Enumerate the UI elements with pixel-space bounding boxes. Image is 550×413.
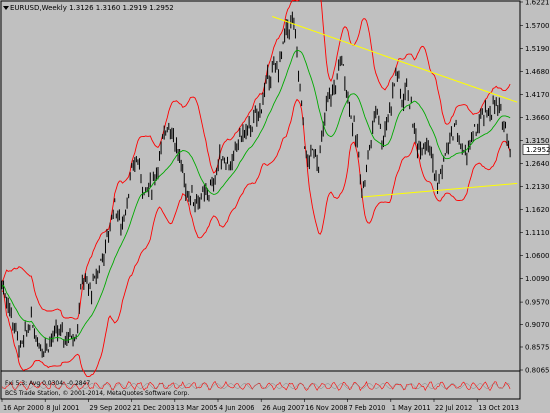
current-price-label: 1.2952 bbox=[526, 146, 550, 154]
x-tick-label: 13 Mar 2005 bbox=[176, 404, 218, 412]
y-tick-label: 0.9570 bbox=[525, 299, 550, 307]
x-tick-label: 4 Jun 2006 bbox=[219, 404, 254, 412]
y-axis: 1.6221 1.5700 1.5190 1.4680 1.4170 1.3660 1.31… bbox=[520, 0, 550, 375]
price-pane bbox=[0, 0, 521, 400]
x-tick-label: 26 Aug 2007 bbox=[262, 404, 304, 412]
indicator-label: Fxi 5,3: Avg 0.0304: -0.2847 bbox=[5, 380, 91, 387]
y-tick-label: 1.6221 bbox=[525, 0, 550, 7]
x-tick-label: 29 Sep 2002 bbox=[89, 404, 131, 412]
y-tick-label: 1.4170 bbox=[525, 91, 550, 99]
y-tick-label: 1.4680 bbox=[525, 68, 550, 76]
symbol-label: EURUSD,Weekly bbox=[10, 4, 67, 12]
y-tick-label: 1.2640 bbox=[525, 160, 550, 168]
x-tick-label: 1 May 2011 bbox=[392, 404, 431, 412]
copyright-text: BCS Trade Station, © 2001-2014, MetaQuot… bbox=[5, 390, 190, 397]
y-tick-label: 1.0600 bbox=[525, 252, 550, 260]
chart-window[interactable]: 1.6221 1.5700 1.5190 1.4680 1.4170 1.3660 1.31… bbox=[0, 0, 550, 413]
chart-canvas[interactable]: 1.6221 1.5700 1.5190 1.4680 1.4170 1.3660 1.31… bbox=[0, 0, 550, 413]
x-tick-label: 7 Feb 2010 bbox=[349, 404, 386, 412]
y-tick-label: 0.9070 bbox=[525, 321, 550, 329]
chart-header: EURUSD,Weekly 1.3126 1.3160 1.2919 1.295… bbox=[10, 4, 174, 12]
y-tick-label: 1.2130 bbox=[525, 183, 550, 191]
dropdown-arrow-icon[interactable] bbox=[3, 6, 9, 10]
x-tick-label: 8 Jul 2001 bbox=[46, 404, 79, 412]
y-tick-label: 0.8065 bbox=[525, 367, 550, 375]
y-tick-label: 1.0090 bbox=[525, 275, 550, 283]
x-axis: 16 Apr 2000 8 Jul 2001 29 Sep 2002 21 Dec 2… bbox=[1, 399, 519, 412]
y-tick-label: 1.3660 bbox=[525, 114, 550, 122]
x-tick-label: 16 Apr 2000 bbox=[3, 404, 44, 412]
y-tick-label: 1.5190 bbox=[525, 45, 550, 53]
current-price-marker: 1.2952 bbox=[522, 144, 550, 155]
y-tick-label: 1.3150 bbox=[525, 137, 550, 145]
y-tick-label: 1.1620 bbox=[525, 206, 550, 214]
y-tick-label: 0.8575 bbox=[525, 343, 550, 351]
ohlc-values: 1.3126 1.3160 1.2919 1.2952 bbox=[69, 4, 174, 12]
x-tick-label: 22 Jul 2012 bbox=[435, 404, 472, 412]
x-tick-label: 16 Nov 2008 bbox=[305, 404, 347, 412]
y-tick-label: 1.1110 bbox=[525, 229, 550, 237]
y-tick-label: 1.5700 bbox=[525, 22, 550, 30]
x-tick-label: 13 Oct 2013 bbox=[478, 404, 519, 412]
x-tick-label: 21 Dec 2003 bbox=[133, 404, 175, 412]
